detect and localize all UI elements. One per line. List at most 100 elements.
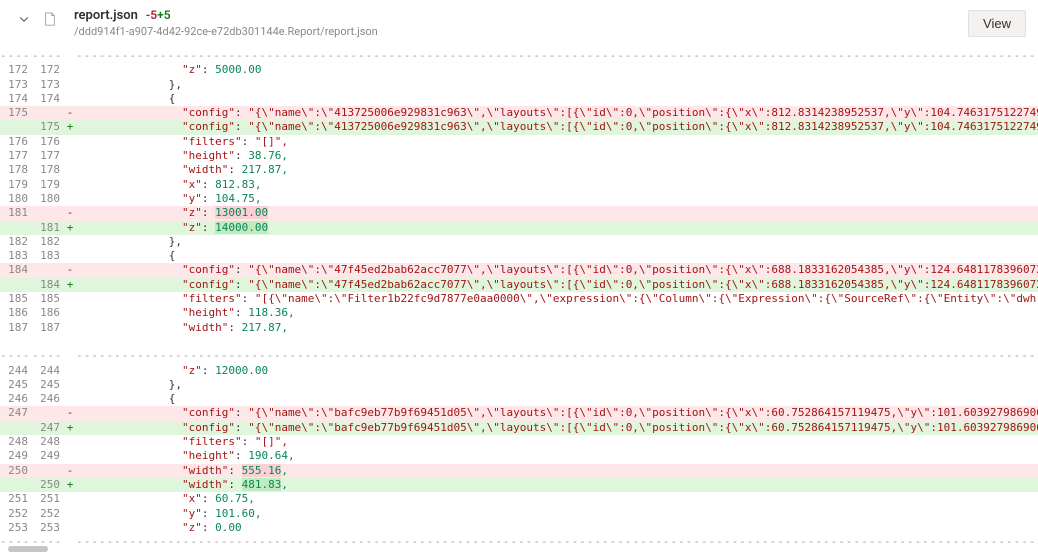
diff-sign: + <box>64 421 76 435</box>
line-number-old: 245 <box>0 378 32 392</box>
line-number-old <box>0 478 32 492</box>
code-content: "y": 104.75, <box>76 192 1038 206</box>
line-number-old <box>0 120 32 134</box>
diff-line: 187187 "width": 217.87, <box>0 321 1038 335</box>
line-number-old: 180 <box>0 192 32 206</box>
diff-line: 247- "config": "{\"name\":\"bafc9eb77b9f… <box>0 406 1038 420</box>
additions-count: +5 <box>157 8 170 22</box>
line-number-old <box>0 278 32 292</box>
line-number-old: 251 <box>0 492 32 506</box>
diff-stat: -5+5 <box>146 8 171 22</box>
deletions-count: -5 <box>146 8 157 22</box>
line-number-old: 186 <box>0 306 32 320</box>
diff-sign: + <box>64 120 76 134</box>
line-number-old: 185 <box>0 292 32 306</box>
collapse-toggle[interactable] <box>14 10 34 30</box>
diff-sign <box>64 449 76 463</box>
line-number-new: 244 <box>32 364 64 378</box>
code-content: "config": "{\"name\":\"47f45ed2bab62acc7… <box>76 278 1038 292</box>
code-content: { <box>76 392 1038 406</box>
horizontal-scrollbar[interactable] <box>8 546 408 552</box>
file-path: /ddd914f1-a907-4d42-92ce-e72db301144e.Re… <box>74 25 968 38</box>
line-number-old: 172 <box>0 63 32 77</box>
diff-sign <box>64 306 76 320</box>
line-number-old: 175 <box>0 106 32 120</box>
line-number-old: 174 <box>0 92 32 106</box>
diff-line: 172172 "z": 5000.00 <box>0 63 1038 77</box>
diff-sign <box>64 378 76 392</box>
line-number-new: ---- <box>32 49 64 63</box>
diff-line: 248248 "filters": "[]", <box>0 435 1038 449</box>
diff-sign <box>64 364 76 378</box>
view-button[interactable]: View <box>968 10 1026 37</box>
file-name[interactable]: report.json <box>74 8 138 23</box>
line-number-old: 179 <box>0 178 32 192</box>
line-number-new: 246 <box>32 392 64 406</box>
line-number-old: 253 <box>0 521 32 535</box>
line-number-new: 181 <box>32 221 64 235</box>
diff-sign: + <box>64 278 76 292</box>
diff-line: 253253 "z": 0.00 <box>0 521 1038 535</box>
diff-line: 177177 "height": 38.76, <box>0 149 1038 163</box>
file-icon <box>43 12 57 29</box>
code-content: "filters": "[{\"name\":\"Filter1b22fc9d7… <box>76 292 1038 306</box>
chevron-down-icon <box>18 13 30 28</box>
code-content: "z": 5000.00 <box>76 63 1038 77</box>
diff-line: 181- "z": 13001.00 <box>0 206 1038 220</box>
code-content: "filters": "[]", <box>76 435 1038 449</box>
diff-line: 180180 "y": 104.75, <box>0 192 1038 206</box>
diff-sign <box>64 292 76 306</box>
line-number-new: 249 <box>32 449 64 463</box>
code-content: { <box>76 92 1038 106</box>
diff-line: 250+ "width": 481.83, <box>0 478 1038 492</box>
scrollbar-thumb[interactable] <box>8 546 48 552</box>
code-content: }, <box>76 78 1038 92</box>
code-content: "z": 14000.00 <box>76 221 1038 235</box>
diff-sign <box>64 321 76 335</box>
code-content: "width": 555.16, <box>76 464 1038 478</box>
diff-sign <box>64 235 76 249</box>
line-number-old: 184 <box>0 263 32 277</box>
line-number-new <box>32 464 64 478</box>
diff-line: ----------------------------------------… <box>0 349 1038 363</box>
code-content: "x": 812.83, <box>76 178 1038 192</box>
diff-line: 251251 "x": 60.75, <box>0 492 1038 506</box>
diff-line: 252252 "y": 101.60, <box>0 507 1038 521</box>
diff-sign: - <box>64 106 76 120</box>
line-number-old: 187 <box>0 321 32 335</box>
code-content: "width": 217.87, <box>76 321 1038 335</box>
diff-line: 181+ "z": 14000.00 <box>0 221 1038 235</box>
code-content: "height": 190.64, <box>76 449 1038 463</box>
diff-line: 178178 "width": 217.87, <box>0 163 1038 177</box>
diff-line: 246246 { <box>0 392 1038 406</box>
diff-sign <box>64 392 76 406</box>
line-number-new <box>32 406 64 420</box>
line-number-old: 246 <box>0 392 32 406</box>
line-number-new: 176 <box>32 135 64 149</box>
code-content: "z": 13001.00 <box>76 206 1038 220</box>
code-content: "filters": "[]", <box>76 135 1038 149</box>
diff-sign <box>64 521 76 535</box>
diff-sign <box>64 49 76 63</box>
diff-line: 184- "config": "{\"name\":\"47f45ed2bab6… <box>0 263 1038 277</box>
diff-line: 186186 "height": 118.36, <box>0 306 1038 320</box>
code-content: "width": 217.87, <box>76 163 1038 177</box>
line-number-new: 186 <box>32 306 64 320</box>
line-number-old: 173 <box>0 78 32 92</box>
diff-line: 173173 }, <box>0 78 1038 92</box>
file-icon-container <box>40 10 60 30</box>
code-content: ----------------------------------------… <box>76 49 1038 63</box>
diff-body: ----------------------------------------… <box>0 49 1038 549</box>
line-number-old: 182 <box>0 235 32 249</box>
code-content: "x": 60.75, <box>76 492 1038 506</box>
code-content: "config": "{\"name\":\"413725006e929831c… <box>76 120 1038 134</box>
line-number-new: 251 <box>32 492 64 506</box>
code-content: { <box>76 249 1038 263</box>
line-number-new: 172 <box>32 63 64 77</box>
line-number-old: 250 <box>0 464 32 478</box>
code-content: }, <box>76 378 1038 392</box>
code-content: "config": "{\"name\":\"bafc9eb77b9f69451… <box>76 406 1038 420</box>
code-content: "config": "{\"name\":\"bafc9eb77b9f69451… <box>76 421 1038 435</box>
diff-line: 175- "config": "{\"name\":\"413725006e92… <box>0 106 1038 120</box>
diff-line: 245245 }, <box>0 378 1038 392</box>
